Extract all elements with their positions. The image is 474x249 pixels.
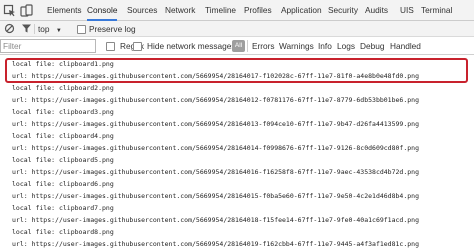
tab-elements[interactable]: Elements: [47, 0, 82, 21]
hide-network-checkbox[interactable]: [133, 42, 142, 51]
level-errors-button[interactable]: Errors: [252, 37, 275, 55]
tab-profiles[interactable]: Profiles: [244, 0, 272, 21]
log-line: local file: clipboard8.png: [12, 228, 114, 236]
log-line: url: https://user-images.githubuserconte…: [12, 72, 419, 80]
tab-audits[interactable]: Audits: [365, 0, 388, 21]
log-line: url: https://user-images.githubuserconte…: [12, 192, 419, 200]
context-selector-label: top: [38, 24, 50, 34]
filter-divider: [247, 40, 248, 52]
log-line: local file: clipboard4.png: [12, 132, 114, 140]
log-line: local file: clipboard2.png: [12, 84, 114, 92]
context-selector[interactable]: top ▼: [38, 21, 62, 37]
log-line: url: https://user-images.githubuserconte…: [12, 120, 419, 128]
log-line: url: https://user-images.githubuserconte…: [12, 144, 419, 152]
log-line: url: https://user-images.githubuserconte…: [12, 240, 419, 248]
tab-security[interactable]: Security: [328, 0, 358, 21]
console-output: local file: clipboard1.png url: https://…: [0, 56, 474, 249]
level-logs-button[interactable]: Logs: [337, 37, 355, 55]
log-line: local file: clipboard1.png: [12, 60, 114, 68]
tab-application[interactable]: Application: [281, 0, 322, 21]
filter-funnel-icon[interactable]: [21, 23, 32, 35]
filter-input[interactable]: [0, 39, 96, 53]
tab-terminal[interactable]: Terminal: [421, 0, 452, 21]
clear-console-icon[interactable]: [4, 23, 15, 35]
tab-sources[interactable]: Sources: [127, 0, 157, 21]
log-line: local file: clipboard3.png: [12, 108, 114, 116]
console-filter-bar: Regex Hide network messages All Errors W…: [0, 37, 474, 55]
tab-console[interactable]: Console: [87, 0, 118, 21]
log-line: local file: clipboard7.png: [12, 204, 114, 212]
log-line: local file: clipboard5.png: [12, 156, 114, 164]
chevron-down-icon: ▼: [55, 28, 62, 34]
device-toolbar-icon[interactable]: [20, 4, 33, 17]
level-all-button[interactable]: All: [232, 40, 245, 52]
devtools-tab-bar: Elements Console Sources Network Timelin…: [0, 0, 474, 21]
level-info-button[interactable]: Info: [318, 37, 332, 55]
inspect-element-icon[interactable]: [3, 4, 16, 17]
log-line: url: https://user-images.githubuserconte…: [12, 96, 419, 104]
level-handled-button[interactable]: Handled: [390, 37, 421, 55]
tab-timeline[interactable]: Timeline: [205, 0, 236, 21]
log-line: local file: clipboard6.png: [12, 180, 114, 188]
level-warnings-button[interactable]: Warnings: [279, 37, 314, 55]
console-toolbar: top ▼ Preserve log: [0, 21, 474, 37]
tab-network[interactable]: Network: [165, 0, 195, 21]
log-line: url: https://user-images.githubuserconte…: [12, 216, 419, 224]
preserve-log-checkbox[interactable]: [77, 25, 86, 34]
log-line: url: https://user-images.githubuserconte…: [12, 168, 419, 176]
preserve-log-label: Preserve log: [89, 24, 136, 34]
tab-uis[interactable]: UIS: [400, 0, 414, 21]
level-debug-button[interactable]: Debug: [360, 37, 384, 55]
toolbar-divider: [34, 24, 35, 34]
regex-checkbox[interactable]: [106, 42, 115, 51]
hide-network-label: Hide network messages: [147, 41, 236, 51]
